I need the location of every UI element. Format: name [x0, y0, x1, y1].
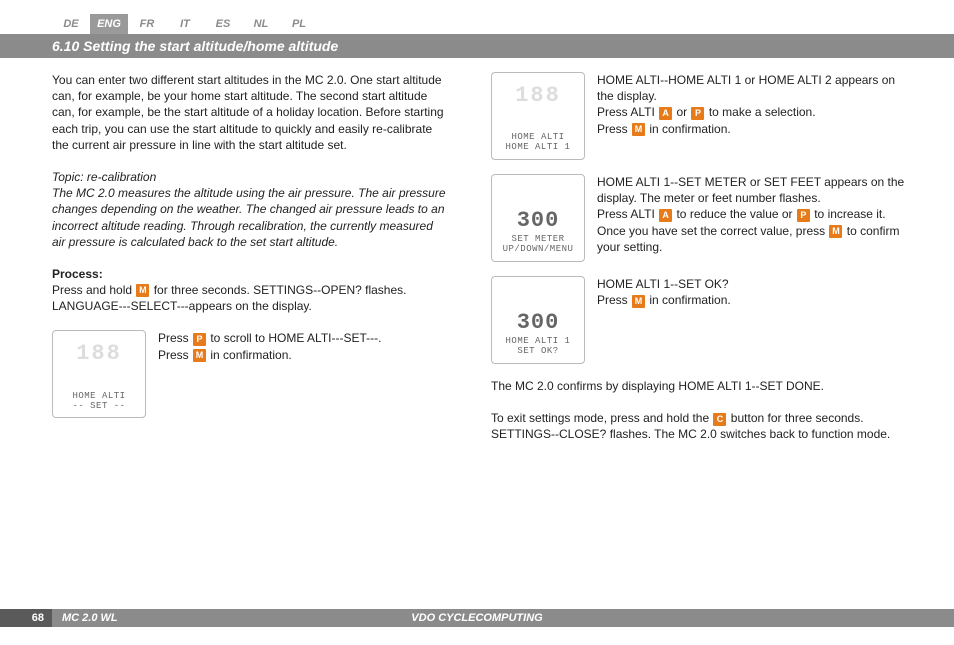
lcd-screen-3: 300 SET METER UP/DOWN/MENU	[491, 174, 585, 262]
r2-text: HOME ALTI 1--SET METER or SET FEET appea…	[597, 174, 914, 255]
t: Press	[597, 293, 631, 307]
process-block: Process: Press and hold M for three seco…	[52, 266, 449, 315]
section-title-bar: 6.10 Setting the start altitude/home alt…	[0, 34, 954, 58]
m-button-icon: M	[136, 284, 149, 297]
brand-label: VDO CYCLECOMPUTING	[411, 612, 542, 624]
lang-pl[interactable]: PL	[280, 14, 318, 34]
t: HOME ALTI--HOME ALTI 1 or HOME ALTI 2 ap…	[597, 73, 895, 103]
t: to make a selection.	[705, 105, 815, 119]
step-r2: 300 SET METER UP/DOWN/MENU HOME ALTI 1--…	[491, 174, 914, 262]
step1-text: Press P to scroll to HOME ALTI---SET---.…	[158, 330, 449, 362]
lcd-screen-4: 300 HOME ALTI 1 SET OK?	[491, 276, 585, 364]
topic-body: The MC 2.0 measures the altitude using t…	[52, 186, 446, 249]
lcd1-line2: -- SET --	[72, 402, 125, 412]
t: to scroll to HOME ALTI---SET---.	[207, 331, 381, 345]
m-button-icon: M	[632, 295, 645, 308]
t: Press ALTI	[597, 105, 658, 119]
language-bar: DE ENG FR IT ES NL PL	[52, 14, 318, 34]
right-column: 188 HOME ALTI HOME ALTI 1 HOME ALTI--HOM…	[477, 58, 954, 603]
lang-it[interactable]: IT	[166, 14, 204, 34]
process-label: Process:	[52, 267, 103, 281]
confirm-line: The MC 2.0 confirms by displaying HOME A…	[491, 378, 914, 394]
t: Press ALTI	[597, 207, 658, 221]
t: Press	[158, 348, 192, 362]
lang-de[interactable]: DE	[52, 14, 90, 34]
lang-nl[interactable]: NL	[242, 14, 280, 34]
r3-text: HOME ALTI 1--SET OK? Press M in confirma…	[597, 276, 914, 308]
t: To exit settings mode, press and hold th…	[491, 411, 712, 425]
lcd3-value: 300	[517, 206, 560, 236]
a-button-icon: A	[659, 107, 672, 120]
t: or	[673, 105, 690, 119]
t: HOME ALTI 1--SET OK?	[597, 277, 729, 291]
model-label: MC 2.0 WL	[62, 612, 118, 624]
t: in confirmation.	[207, 348, 292, 362]
section-title: 6.10 Setting the start altitude/home alt…	[52, 38, 338, 54]
p-button-icon: P	[193, 333, 206, 346]
intro-paragraph: You can enter two different start altitu…	[52, 72, 449, 153]
topic-label: Topic: re-calibration	[52, 170, 156, 184]
lcd-ghost-digits: 188	[515, 81, 561, 111]
lcd3-line2: UP/DOWN/MENU	[503, 245, 574, 255]
page-number: 68	[0, 609, 52, 627]
t: to reduce the value or	[673, 207, 796, 221]
step-r1: 188 HOME ALTI HOME ALTI 1 HOME ALTI--HOM…	[491, 72, 914, 160]
topic-block: Topic: re-calibration The MC 2.0 measure…	[52, 169, 449, 250]
process-line-1a: Press and hold	[52, 283, 135, 297]
step-1: 188 HOME ALTI -- SET -- Press P to scrol…	[52, 330, 449, 418]
p-button-icon: P	[797, 209, 810, 222]
footer-bar: 68 MC 2.0 WL VDO CYCLECOMPUTING	[0, 609, 954, 627]
lang-es[interactable]: ES	[204, 14, 242, 34]
lcd4-value: 300	[517, 308, 560, 338]
t: Press	[597, 122, 631, 136]
c-button-icon: C	[713, 413, 726, 426]
p-button-icon: P	[691, 107, 704, 120]
lcd-ghost-digits: 188	[76, 339, 122, 369]
lcd4-line2: SET OK?	[517, 347, 558, 357]
content-area: You can enter two different start altitu…	[0, 58, 954, 603]
t: in confirmation.	[646, 293, 731, 307]
m-button-icon: M	[829, 225, 842, 238]
m-button-icon: M	[193, 349, 206, 362]
a-button-icon: A	[659, 209, 672, 222]
t: Press	[158, 331, 192, 345]
m-button-icon: M	[632, 123, 645, 136]
t: in confirmation.	[646, 122, 731, 136]
lcd2-line2: HOME ALTI 1	[506, 143, 571, 153]
t: HOME ALTI 1--SET METER or SET FEET appea…	[597, 175, 904, 205]
exit-line: To exit settings mode, press and hold th…	[491, 410, 914, 442]
lang-eng[interactable]: ENG	[90, 14, 128, 34]
lcd-screen-2: 188 HOME ALTI HOME ALTI 1	[491, 72, 585, 160]
r1-text: HOME ALTI--HOME ALTI 1 or HOME ALTI 2 ap…	[597, 72, 914, 137]
left-column: You can enter two different start altitu…	[0, 58, 477, 603]
lcd-screen-1: 188 HOME ALTI -- SET --	[52, 330, 146, 418]
step-r3: 300 HOME ALTI 1 SET OK? HOME ALTI 1--SET…	[491, 276, 914, 364]
lang-fr[interactable]: FR	[128, 14, 166, 34]
